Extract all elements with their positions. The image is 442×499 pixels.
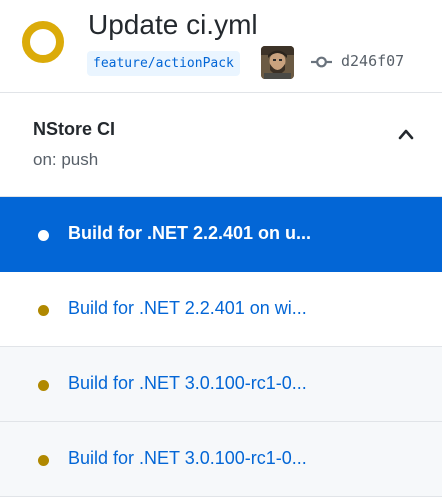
commit-sha[interactable]: d246f07	[341, 52, 404, 70]
job-label: Build for .NET 2.2.401 on u...	[68, 223, 312, 243]
run-header: Update ci.yml feature/actionPack d246f07	[0, 0, 442, 93]
workflow-header[interactable]: NStore CI on: push	[0, 93, 442, 197]
job-label: Build for .NET 3.0.100-rc1-0...	[68, 448, 307, 468]
job-status-dot	[38, 455, 49, 466]
git-commit-icon	[311, 56, 332, 68]
job-status-dot	[38, 305, 49, 316]
job-item[interactable]: Build for .NET 3.0.100-rc1-0...	[0, 422, 442, 497]
user-avatar-image	[261, 46, 294, 79]
workflow-trigger: on: push	[33, 150, 99, 169]
chevron-up-icon[interactable]	[398, 128, 414, 140]
workflow-name: NStore CI	[33, 119, 116, 139]
job-status-dot	[38, 230, 49, 241]
avatar[interactable]	[261, 46, 294, 79]
job-label: Build for .NET 2.2.401 on wi...	[68, 298, 307, 318]
branch-badge[interactable]: feature/actionPack	[87, 51, 240, 76]
job-item[interactable]: Build for .NET 2.2.401 on wi...	[0, 272, 442, 347]
status-ring-icon	[22, 21, 64, 63]
run-title: Update ci.yml	[88, 9, 258, 40]
job-item[interactable]: Build for .NET 3.0.100-rc1-0...	[0, 347, 442, 422]
job-status-dot	[38, 380, 49, 391]
job-item-selected[interactable]: Build for .NET 2.2.401 on u...	[0, 197, 442, 272]
job-label: Build for .NET 3.0.100-rc1-0...	[68, 373, 307, 393]
